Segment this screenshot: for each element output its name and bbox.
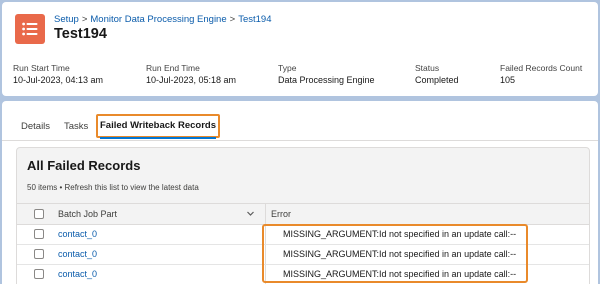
- list-icon: [15, 14, 45, 44]
- tab-details[interactable]: Details: [21, 121, 50, 132]
- main-card: Details Tasks Failed Writeback Records A…: [2, 101, 598, 284]
- run-start-time-field: Run Start Time 10-Jul-2023, 04:13 am: [13, 63, 103, 86]
- chevron-down-icon[interactable]: [246, 209, 255, 218]
- error-cell: MISSING_ARGUMENT:Id not specified in an …: [283, 229, 517, 239]
- row-checkbox[interactable]: [34, 269, 44, 279]
- breadcrumb-test194[interactable]: Test194: [238, 14, 271, 25]
- status-field: Status Completed: [415, 63, 459, 86]
- list-title: All Failed Records: [27, 158, 141, 173]
- field-value: 10-Jul-2023, 04:13 am: [13, 75, 104, 85]
- tab-tasks[interactable]: Tasks: [64, 121, 88, 132]
- batch-job-part-link[interactable]: contact_0: [58, 249, 97, 259]
- table-row: contact_0 MISSING_ARGUMENT:Id not specif…: [17, 265, 589, 284]
- page-title: Test194: [54, 26, 107, 42]
- active-tab-indicator: [100, 137, 216, 139]
- table-header: Batch Job Part Error: [17, 203, 589, 225]
- breadcrumb-separator: >: [81, 14, 88, 25]
- breadcrumb-setup[interactable]: Setup: [54, 14, 79, 25]
- tab-bar: Details Tasks Failed Writeback Records: [2, 101, 598, 141]
- breadcrumb-monitor-dpe[interactable]: Monitor Data Processing Engine: [90, 14, 226, 25]
- records-table: Batch Job Part Error contact_0 MISSING_A…: [17, 203, 589, 284]
- field-label: Type: [278, 63, 297, 73]
- record-header: Setup > Monitor Data Processing Engine > Tes…: [2, 2, 598, 96]
- column-divider: [265, 225, 266, 244]
- field-label: Status: [415, 63, 440, 73]
- batch-job-part-link[interactable]: contact_0: [58, 229, 97, 239]
- field-value: Data Processing Engine: [278, 75, 375, 85]
- list-subtitle: 50 items • Refresh this list to view the…: [27, 183, 199, 192]
- field-value: Completed: [415, 75, 459, 85]
- breadcrumb: Setup > Monitor Data Processing Engine > Tes…: [54, 14, 271, 25]
- column-divider: [265, 265, 266, 284]
- field-value: 105: [500, 75, 516, 85]
- error-cell: MISSING_ARGUMENT:Id not specified in an …: [283, 269, 517, 279]
- table-row: contact_0 MISSING_ARGUMENT:Id not specif…: [17, 245, 589, 265]
- column-header-batch-job-part[interactable]: Batch Job Part: [58, 209, 117, 219]
- run-end-time-field: Run End Time 10-Jul-2023, 05:18 am: [146, 63, 236, 86]
- batch-job-part-link[interactable]: contact_0: [58, 269, 97, 279]
- row-checkbox[interactable]: [34, 249, 44, 259]
- failed-records-list: All Failed Records 50 items • Refresh th…: [16, 147, 590, 284]
- select-all-checkbox[interactable]: [34, 209, 44, 219]
- type-field: Type Data Processing Engine: [278, 63, 375, 86]
- column-divider: [265, 245, 266, 264]
- field-label: Run Start Time: [13, 63, 70, 73]
- table-row: contact_0 MISSING_ARGUMENT:Id not specif…: [17, 225, 589, 245]
- breadcrumb-separator: >: [229, 14, 236, 25]
- field-label: Run End Time: [146, 63, 200, 73]
- error-cell: MISSING_ARGUMENT:Id not specified in an …: [283, 249, 517, 259]
- row-checkbox[interactable]: [34, 229, 44, 239]
- field-label: Failed Records Count: [500, 63, 583, 73]
- tab-failed-writeback-records[interactable]: Failed Writeback Records: [96, 114, 220, 138]
- field-value: 10-Jul-2023, 05:18 am: [146, 75, 237, 85]
- failed-records-count-field: Failed Records Count 105: [500, 63, 582, 86]
- column-divider: [265, 204, 266, 224]
- column-header-error[interactable]: Error: [271, 209, 291, 219]
